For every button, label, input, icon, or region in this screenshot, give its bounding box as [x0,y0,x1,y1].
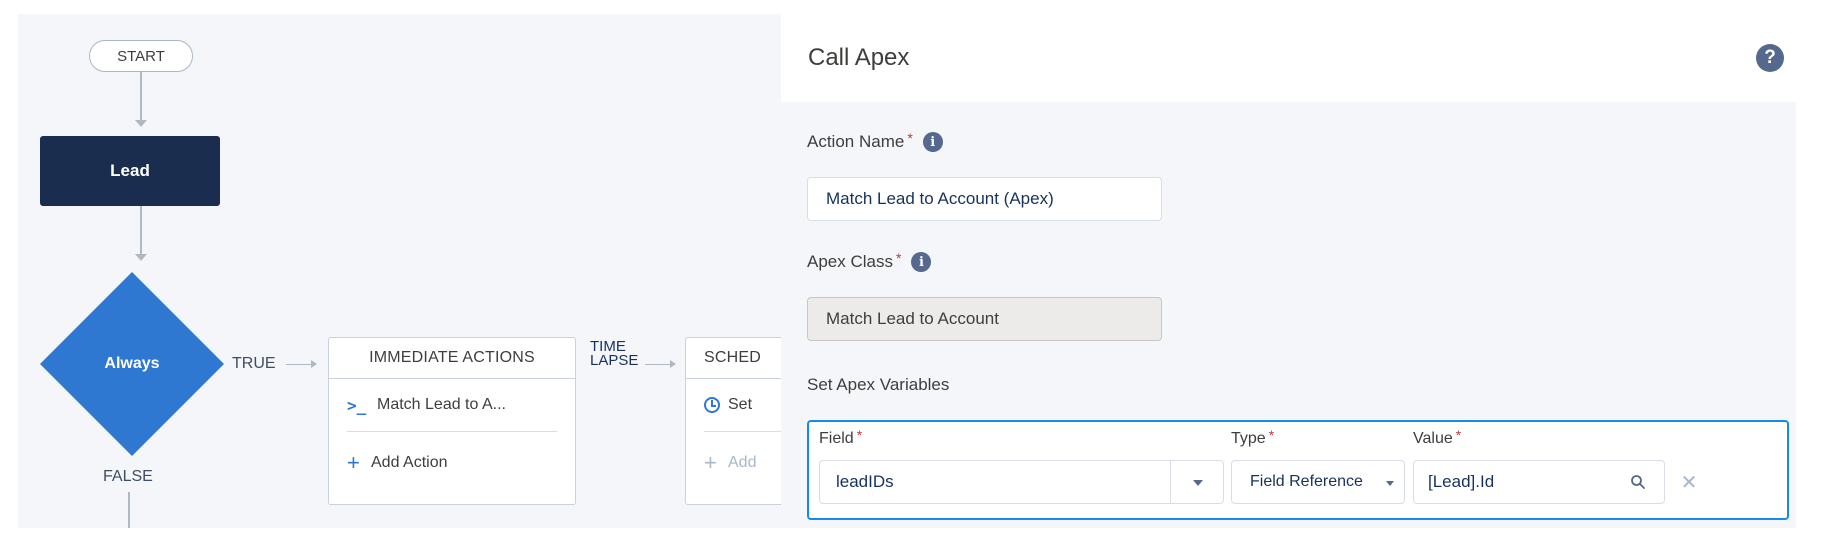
connector-line [286,364,312,365]
chevron-down-icon [1193,480,1203,486]
chevron-down-icon [1386,481,1394,486]
search-icon[interactable] [1630,474,1646,490]
value-column-label: Value * [1413,427,1462,447]
scheduled-action-label: Set [728,396,753,413]
apex-class-input: Match Lead to Account [807,297,1162,341]
info-icon[interactable]: i [911,252,932,272]
immediate-action-item[interactable]: >_ Match Lead to A... [347,379,557,432]
info-icon[interactable]: i [922,132,943,152]
connector-arrow [311,360,317,368]
clock-icon [704,397,720,413]
immediate-actions-card: IMMEDIATE ACTIONS >_ Match Lead to A... … [328,337,576,505]
connector-line [128,492,130,528]
criteria-label: Always [104,355,160,372]
apex-variables-label: Set Apex Variables [807,375,950,394]
required-marker: * [895,250,902,266]
call-apex-panel: Call Apex ? Action Name * i Match Lead t… [781,14,1836,528]
time-lapse-label: TIME LAPSE [590,338,639,369]
connector-line [645,364,671,365]
scheduled-action-item[interactable]: Set [704,379,781,432]
field-column-label: Field * [819,427,863,447]
value-lookup-value: [Lead].Id [1428,472,1495,491]
plus-icon: + [347,450,360,475]
start-node: START [89,40,193,72]
required-marker: * [1455,427,1462,443]
help-icon[interactable]: ? [1756,44,1784,72]
type-select-value: Field Reference [1250,473,1363,490]
scheduled-add-action-label: Add [728,454,757,471]
action-name-input[interactable]: Match Lead to Account (Apex) [807,177,1162,221]
connector-line [140,206,142,256]
connector-line [140,72,142,122]
immediate-action-label: Match Lead to A... [377,396,506,413]
connector-arrow [670,360,676,368]
false-label: FALSE [103,468,153,485]
panel-body: Action Name * i Match Lead to Account (A… [781,102,1796,528]
add-action-button[interactable]: + Add Action [347,432,557,494]
apex-variables-box: Field * Type * Value * leadIDs Field Ref… [807,420,1789,520]
required-marker: * [907,130,913,146]
type-column-label: Type * [1231,427,1275,447]
add-action-label: Add Action [371,454,448,471]
field-select-value: leadIDs [836,472,894,491]
scheduled-add-action-button[interactable]: + Add [704,432,781,494]
required-marker: * [1268,427,1275,443]
type-select[interactable]: Field Reference [1231,460,1405,504]
scheduled-actions-card: SCHED Set + Add [685,337,781,505]
true-label: TRUE [232,355,276,372]
connector-arrow [135,120,147,127]
apex-icon: >_ [347,395,367,415]
apex-class-label: Apex Class * i [807,250,932,272]
action-name-label: Action Name * i [807,130,943,152]
immediate-actions-header: IMMEDIATE ACTIONS [329,338,575,379]
scheduled-actions-header: SCHED [686,338,781,379]
process-canvas: START Lead Always TRUE FALSE IMMEDIATE A… [18,14,781,528]
panel-title: Call Apex [808,44,910,71]
object-node[interactable]: Lead [40,136,220,206]
remove-row-icon[interactable]: ✕ [1677,468,1701,496]
connector-arrow [135,254,147,261]
field-select[interactable]: leadIDs [819,460,1224,504]
panel-header: Call Apex ? [781,14,1836,102]
plus-icon: + [704,450,717,475]
value-lookup-input[interactable]: [Lead].Id [1413,460,1665,504]
required-marker: * [856,427,863,443]
